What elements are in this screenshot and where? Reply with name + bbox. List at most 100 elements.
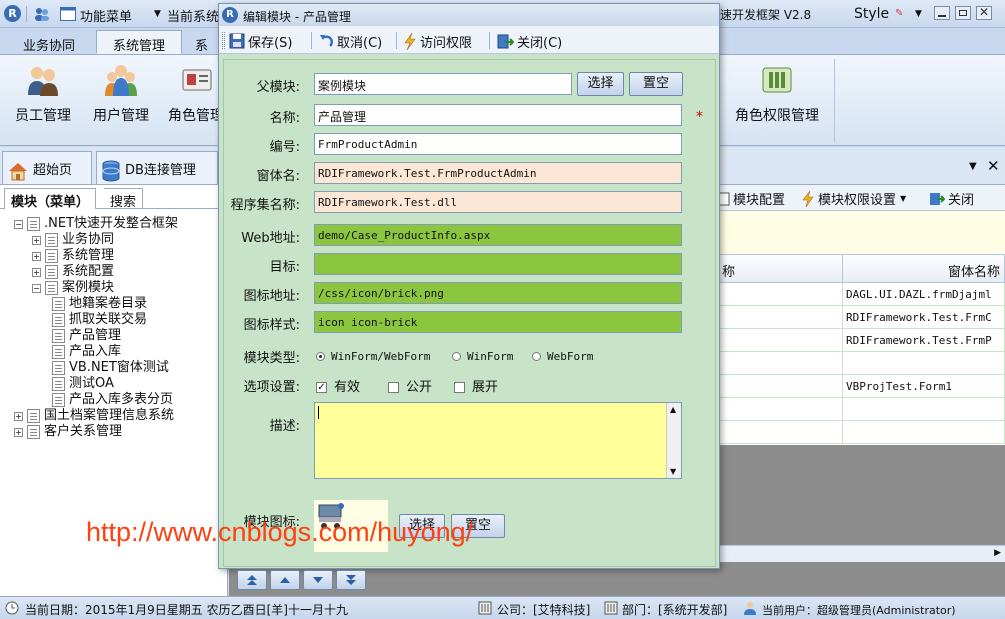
tab-start-page[interactable]: 超始页 bbox=[2, 151, 92, 184]
target-field[interactable] bbox=[314, 253, 682, 275]
grid-cell[interactable] bbox=[843, 421, 1005, 444]
tree-node[interactable]: 产品入库 bbox=[52, 344, 121, 360]
tree-node[interactable]: 测试OA bbox=[52, 376, 114, 392]
grid-cell[interactable]: DAGL.UI.DAZL.frmDjajml bbox=[843, 283, 1005, 306]
close-tab-icon[interactable]: ✕ bbox=[987, 157, 1000, 175]
public-checkbox[interactable] bbox=[388, 382, 399, 393]
grid-cell[interactable]: RDIFramework.Test.FrmC bbox=[843, 306, 1005, 329]
save-button[interactable]: 保存(S) bbox=[229, 31, 292, 51]
collapse-icon[interactable]: − bbox=[14, 219, 23, 229]
type-option-winform[interactable]: WinForm bbox=[452, 349, 513, 363]
type-radio-1[interactable] bbox=[452, 352, 461, 361]
access-permission-button[interactable]: 访问权限 bbox=[403, 31, 472, 51]
icon-style-label: 图标样式: bbox=[243, 318, 300, 333]
tab-system-config[interactable]: 系 bbox=[188, 30, 220, 54]
expand-icon[interactable]: + bbox=[14, 427, 23, 437]
icon-style-field[interactable]: icon icon-brick bbox=[314, 311, 682, 333]
users-icon[interactable] bbox=[34, 7, 50, 21]
grid-cell[interactable]: VBProjTest.Form1 bbox=[843, 375, 1005, 398]
web-address-label: Web地址: bbox=[241, 231, 300, 246]
role-management-button[interactable]: 角色管理 bbox=[168, 61, 220, 141]
toolbar-separator-2 bbox=[396, 32, 397, 49]
expand-icon[interactable]: + bbox=[32, 235, 41, 245]
minimize-button[interactable] bbox=[934, 6, 950, 20]
grid-header-form-name[interactable]: 窗体名称 bbox=[843, 255, 1005, 283]
option-public[interactable]: 公开 bbox=[388, 376, 432, 395]
role-permission-button[interactable]: 角色权限管理 bbox=[730, 61, 824, 141]
user-management-button[interactable]: 用户管理 bbox=[88, 61, 154, 141]
tab-modules[interactable]: 模块（菜单） bbox=[4, 188, 97, 210]
grid-cell[interactable] bbox=[843, 398, 1005, 421]
tab-system-management[interactable]: 系统管理 bbox=[96, 30, 183, 54]
tree-node[interactable]: + 业务协同 bbox=[32, 232, 114, 248]
option-expand[interactable]: 展开 bbox=[454, 376, 498, 395]
description-textarea[interactable]: ▲ ▼ bbox=[314, 402, 682, 479]
enabled-checkbox[interactable]: ✓ bbox=[316, 382, 327, 393]
description-scrollbar[interactable]: ▲ ▼ bbox=[666, 403, 681, 478]
assembly-field[interactable]: RDIFramework.Test.dll bbox=[314, 191, 682, 213]
style-dropdown-icon[interactable]: ▼ bbox=[915, 9, 922, 19]
current-system-menu[interactable]: 当前系统 bbox=[167, 6, 219, 25]
tree-node[interactable]: − .NET快速开发整合框架 bbox=[14, 216, 178, 232]
tree-node[interactable]: 地籍案卷目录 bbox=[52, 296, 147, 312]
tab-list-dropdown-icon[interactable]: ▼ bbox=[969, 161, 977, 172]
previous-record-button[interactable] bbox=[270, 570, 300, 590]
code-field[interactable]: FrmProductAdmin bbox=[314, 133, 682, 155]
web-address-field[interactable]: demo/Case_ProductInfo.aspx bbox=[314, 224, 682, 246]
module-config-button[interactable]: 模块配置 bbox=[718, 189, 785, 208]
parent-module-field[interactable]: 案例模块 bbox=[314, 73, 572, 95]
first-record-button[interactable] bbox=[237, 570, 267, 590]
expand-checkbox[interactable] bbox=[454, 382, 465, 393]
tree-node[interactable]: 产品管理 bbox=[52, 328, 121, 344]
name-field[interactable]: 产品管理 bbox=[314, 104, 682, 126]
grid-cell[interactable] bbox=[843, 352, 1005, 375]
module-permission-button[interactable]: 模块权限设置 ▼ bbox=[801, 189, 906, 208]
required-mark: * bbox=[696, 109, 703, 125]
grid-cell[interactable]: RDIFramework.Test.FrmP bbox=[843, 329, 1005, 352]
expand-icon[interactable]: + bbox=[32, 251, 41, 261]
content-close-button[interactable]: 关闭 bbox=[929, 189, 974, 208]
type-radio-0[interactable] bbox=[316, 352, 325, 361]
expand-icon[interactable]: + bbox=[32, 267, 41, 277]
scroll-down-icon[interactable]: ▼ bbox=[670, 467, 676, 476]
tree-node[interactable]: 产品入库多表分页 bbox=[52, 392, 173, 408]
type-radio-2[interactable] bbox=[532, 352, 541, 361]
tree-node[interactable]: + 系统管理 bbox=[32, 248, 114, 264]
type-option-winform-webform[interactable]: WinForm/WebForm bbox=[316, 349, 430, 363]
collapse-icon[interactable]: − bbox=[32, 283, 41, 293]
dialog-title-bar[interactable]: R 编辑模块 - 产品管理 bbox=[219, 4, 719, 26]
parent-clear-button[interactable]: 置空 bbox=[629, 72, 683, 96]
assembly-label: 程序集名称: bbox=[230, 198, 300, 213]
employee-management-button[interactable]: 员工管理 bbox=[10, 61, 76, 141]
cancel-button[interactable]: 取消(C) bbox=[318, 31, 382, 51]
type-option-webform[interactable]: WebForm bbox=[532, 349, 593, 363]
scroll-right-icon[interactable]: ▶ bbox=[994, 548, 1001, 558]
dropdown-arrow-icon[interactable]: ▼ bbox=[154, 9, 161, 19]
option-enabled[interactable]: ✓ 有效 bbox=[316, 376, 360, 395]
close-window-button[interactable]: ✕ bbox=[976, 5, 992, 20]
tree-node[interactable]: + 系统配置 bbox=[32, 264, 114, 280]
style-brush-icon[interactable]: ✎ bbox=[895, 8, 903, 19]
scroll-up-icon[interactable]: ▲ bbox=[670, 405, 676, 414]
tab-db-connection[interactable]: DB连接管理 bbox=[96, 151, 218, 184]
tree-node[interactable]: + 国土档案管理信息系统 bbox=[14, 408, 174, 424]
tree-node[interactable]: VB.NET窗体测试 bbox=[52, 360, 169, 376]
restore-button[interactable] bbox=[955, 6, 971, 20]
dialog-close-button[interactable]: 关闭(C) bbox=[497, 31, 562, 51]
parent-select-button[interactable]: 选择 bbox=[577, 72, 624, 96]
tree-node[interactable]: − 案例模块 bbox=[32, 280, 114, 296]
style-menu[interactable]: Style bbox=[854, 6, 889, 22]
next-record-button[interactable] bbox=[303, 570, 333, 590]
tree-node[interactable]: + 客户关系管理 bbox=[14, 424, 122, 440]
last-record-button[interactable] bbox=[336, 570, 366, 590]
icon-url-field[interactable]: /css/icon/brick.png bbox=[314, 282, 682, 304]
expand-icon[interactable]: + bbox=[14, 411, 23, 421]
permission-dropdown-icon[interactable]: ▼ bbox=[900, 194, 906, 203]
tab-search[interactable]: 搜索 bbox=[104, 188, 144, 210]
title-divider bbox=[26, 6, 27, 22]
tree-node-label: 国土档案管理信息系统 bbox=[44, 408, 175, 423]
tab-business[interactable]: 业务协同 bbox=[6, 30, 92, 54]
form-name-field[interactable]: RDIFramework.Test.FrmProductAdmin bbox=[314, 162, 682, 184]
function-menu[interactable]: 功能菜单 bbox=[80, 6, 132, 25]
tree-node[interactable]: 抓取关联交易 bbox=[52, 312, 147, 328]
